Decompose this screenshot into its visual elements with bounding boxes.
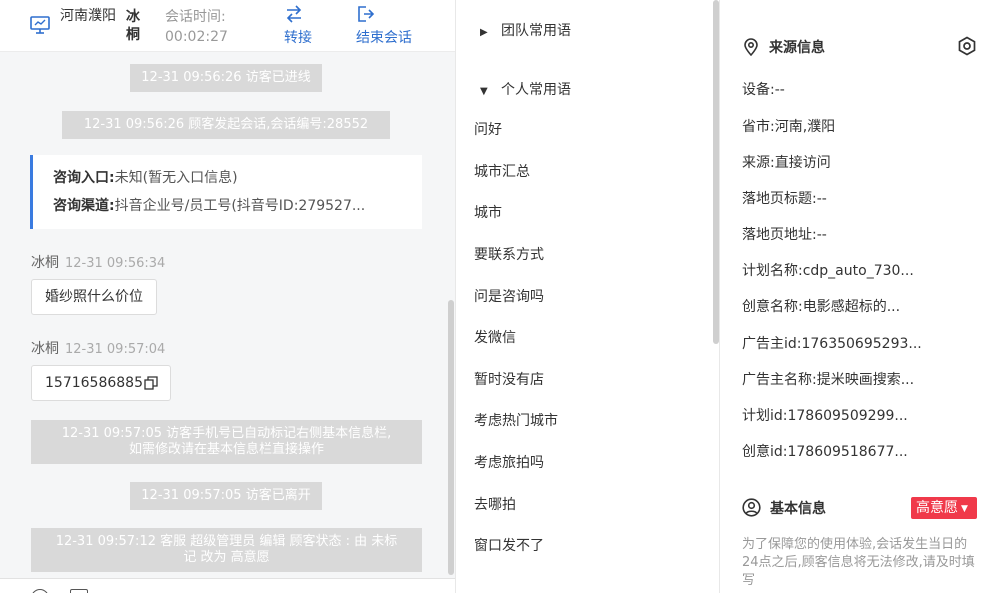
- chat-panel: 河南濮阳 冰桐 会话时间: 00:02:27 转接 结束会话 12-31 09:…: [0, 0, 456, 593]
- phrase-item[interactable]: 暂时没有店: [474, 369, 544, 389]
- phone-number: 15716586885: [45, 375, 143, 391]
- phrases-scrollbar[interactable]: [713, 0, 719, 344]
- hexagon-gear-icon[interactable]: [957, 36, 977, 56]
- edit-deadline-notice: 为了保障您的使用体验,会话发生当日的24点之后,顾客信息将无法修改,请及时填写: [742, 537, 975, 588]
- visitor-info-panel: 来源信息 设备:-- 省市:河南,濮阳 来源:直接访问 落地页标题:-- 落地页…: [720, 0, 1000, 593]
- system-message-line: 12-31 09:57:12 客服 超级管理员 编辑 顾客状态 : 由 未标: [55, 534, 398, 549]
- user-circle-icon: [742, 498, 761, 517]
- caret-down-icon: ▼: [480, 86, 488, 97]
- field-creative-name: 创意名称:电影感超标的...: [742, 299, 901, 315]
- basic-info-title: 基本信息: [742, 498, 826, 518]
- phrase-item[interactable]: 城市: [474, 202, 502, 222]
- field-plan-name: 计划名称:cdp_auto_730...: [742, 263, 914, 279]
- message-time: 12-31 09:56:34: [65, 256, 166, 271]
- session-time-label: 会话时间:: [165, 9, 226, 25]
- monitor-icon: [30, 16, 50, 34]
- swap-arrows-icon: [286, 5, 302, 23]
- transfer-label: 转接: [284, 30, 312, 46]
- consult-channel-row: 咨询渠道:抖音企业号/员工号(抖音号ID:279527...: [53, 192, 408, 220]
- caret-down-icon: ▼: [961, 504, 968, 514]
- image-icon[interactable]: [70, 589, 88, 593]
- system-message-phone-marked: 12-31 09:57:05 访客手机号已自动标记右侧基本信息栏, 如需修改请在…: [31, 420, 422, 464]
- system-message-status-change: 12-31 09:57:12 客服 超级管理员 编辑 顾客状态 : 由 未标 记…: [31, 528, 422, 572]
- phrase-item[interactable]: 考虑热门城市: [474, 410, 558, 430]
- consult-info-card: 咨询入口:未知(暂无入口信息) 咨询渠道:抖音企业号/员工号(抖音号ID:279…: [30, 155, 422, 229]
- message-bubble[interactable]: 婚纱照什么价位: [31, 279, 157, 315]
- chat-header: 河南濮阳 冰桐 会话时间: 00:02:27 转接 结束会话: [0, 0, 455, 52]
- field-advertiser-name: 广告主名称:提米映画搜索...: [742, 372, 915, 388]
- phrase-item[interactable]: 城市汇总: [474, 161, 530, 181]
- agent-name: 冰桐: [126, 9, 140, 43]
- caret-right-icon: ▶: [480, 27, 488, 38]
- system-message-line: 如需修改请在基本信息栏直接操作: [128, 442, 324, 457]
- field-province: 省市:河南,濮阳: [742, 119, 836, 135]
- system-message-session-start: 12-31 09:56:26 顾客发起会话,会话编号:28552: [62, 111, 390, 139]
- chat-scrollbar[interactable]: [448, 300, 454, 575]
- field-source: 来源:直接访问: [742, 155, 831, 171]
- chat-input-toolbar: [0, 578, 455, 593]
- phrase-item[interactable]: 窗口发不了: [474, 535, 544, 555]
- consult-entry-value: 未知(暂无入口信息): [114, 170, 238, 186]
- consult-channel-value: 抖音企业号/员工号(抖音号ID:279527...: [114, 198, 366, 214]
- phrase-group-label: 团队常用语: [501, 23, 571, 39]
- emoji-icon[interactable]: [31, 589, 49, 593]
- message-time: 12-31 09:57:04: [65, 342, 166, 357]
- end-session-label: 结束会话: [356, 30, 412, 46]
- consult-channel-key: 咨询渠道:: [53, 198, 115, 214]
- consult-entry-key: 咨询入口:: [53, 170, 115, 186]
- sender-name: 冰桐: [31, 341, 59, 357]
- message-sender: 冰桐 12-31 09:56:34: [31, 252, 165, 272]
- session-time-value: 00:02:27: [165, 29, 228, 45]
- field-landing-title: 落地页标题:--: [742, 191, 827, 207]
- exit-icon: [358, 6, 375, 22]
- phrase-group-personal[interactable]: ▼ 个人常用语: [480, 79, 571, 99]
- transfer-button[interactable]: 转接: [284, 4, 312, 47]
- visitor-location: 河南濮阳: [60, 8, 116, 24]
- source-info-title: 来源信息: [742, 37, 825, 57]
- system-message-line: 12-31 09:57:05 访客手机号已自动标记右侧基本信息栏,: [61, 426, 392, 441]
- field-device: 设备:--: [742, 82, 785, 98]
- message-bubble-phone[interactable]: 15716586885: [31, 365, 171, 401]
- quick-phrases-panel: ▶ 团队常用语 ▼ 个人常用语 问好 城市汇总 城市 要联系方式 问是咨询吗 发微信…: [456, 0, 720, 593]
- sender-name: 冰桐: [31, 255, 59, 271]
- system-message-visitor-in: 12-31 09:56:26 访客已进线: [130, 64, 322, 92]
- field-plan-id: 计划id:178609509299...: [742, 408, 908, 424]
- chat-workspace: 河南濮阳 冰桐 会话时间: 00:02:27 转接 结束会话 12-31 09:…: [0, 0, 1000, 593]
- phrase-item[interactable]: 发微信: [474, 327, 516, 347]
- end-session-button[interactable]: 结束会话: [356, 4, 412, 47]
- phrase-item[interactable]: 要联系方式: [474, 244, 544, 264]
- phrase-group-team[interactable]: ▶ 团队常用语: [480, 20, 571, 40]
- phrase-group-label: 个人常用语: [501, 82, 571, 98]
- section-title-text: 来源信息: [769, 40, 825, 56]
- section-title-text: 基本信息: [770, 501, 826, 517]
- phrase-item[interactable]: 去哪拍: [474, 494, 516, 514]
- phrase-item[interactable]: 问好: [474, 119, 502, 139]
- copy-icon[interactable]: [144, 376, 158, 390]
- system-message-visitor-left: 12-31 09:57:05 访客已离开: [130, 482, 322, 510]
- field-landing-url: 落地页地址:--: [742, 227, 827, 243]
- message-sender: 冰桐 12-31 09:57:04: [31, 338, 165, 358]
- field-advertiser-id: 广告主id:176350695293...: [742, 336, 922, 352]
- system-message-line: 记 改为 高意愿: [183, 550, 270, 565]
- consult-entry-row: 咨询入口:未知(暂无入口信息): [53, 164, 408, 192]
- phrase-item[interactable]: 考虑旅拍吗: [474, 452, 544, 472]
- status-badge-dropdown[interactable]: 高意愿 ▼: [911, 497, 977, 519]
- status-badge-label: 高意愿: [916, 500, 958, 516]
- phrase-item[interactable]: 问是咨询吗: [474, 286, 544, 306]
- field-creative-id: 创意id:178609518677...: [742, 444, 908, 460]
- location-pin-icon: [744, 38, 758, 57]
